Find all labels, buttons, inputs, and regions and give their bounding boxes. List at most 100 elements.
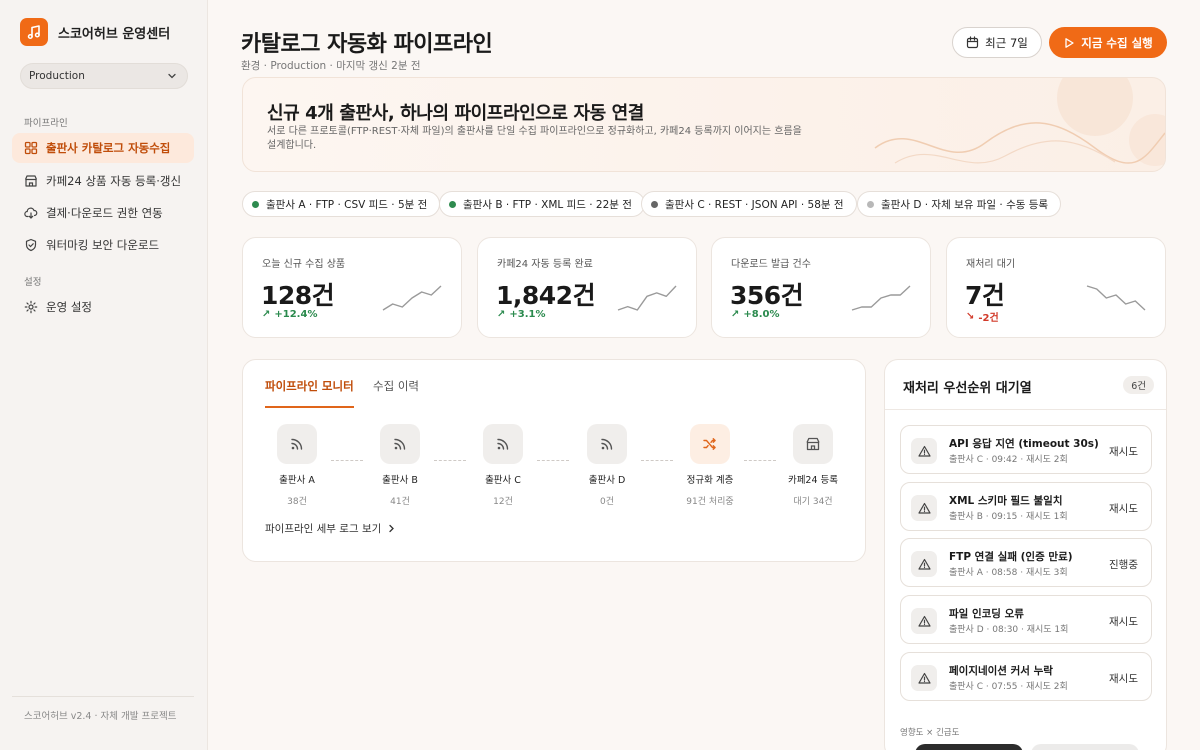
queue-item[interactable]: 페이지네이션 커서 누락 출판사 C · 07:55 · 재시도 2회 재시도 <box>900 652 1152 701</box>
arrow-up-right-icon: ↗ <box>262 309 271 320</box>
date-range-button[interactable]: 최근 7일 <box>952 27 1042 58</box>
sidebar-item-label: 출판사 카탈로그 자동수집 <box>46 141 171 155</box>
queue-item[interactable]: 파일 인코딩 오류 출판사 D · 08:30 · 재시도 1회 재시도 <box>900 595 1152 644</box>
pipeline-node-publisher-c[interactable]: 출판사 C 12건 <box>463 424 543 507</box>
sidebar-item-cafe24-products[interactable]: 카페24 상품 자동 등록·갱신 <box>12 166 194 196</box>
sidebar-item-catalog-collect[interactable]: 출판사 카탈로그 자동수집 <box>12 133 194 163</box>
page-title: 카탈로그 자동화 파이프라인 <box>241 32 493 57</box>
priority-matrix-label: 영향도 × 긴급도 <box>900 728 960 738</box>
sidebar-item-watermark[interactable]: 워터마킹 보안 다운로드 <box>12 230 194 260</box>
node-name: 출판사 B <box>382 475 418 486</box>
pipeline-log-link[interactable]: 파이프라인 세부 로그 보기 <box>265 521 396 536</box>
pipeline-connector <box>537 460 569 461</box>
source-chip-label: 출판사 D · 자체 보유 파일 · 수동 등록 <box>881 198 1049 211</box>
kpi-value: 1,842건 <box>496 281 596 310</box>
retry-button[interactable]: 재시도 <box>1109 671 1138 686</box>
pipeline-node-publisher-a[interactable]: 출판사 A 38건 <box>257 424 337 507</box>
status-dot <box>651 200 658 208</box>
tab-pipeline-monitor[interactable]: 파이프라인 모니터 <box>265 378 354 408</box>
arrow-up-right-icon: ↗ <box>731 309 740 320</box>
node-count: 41건 <box>390 497 410 507</box>
status-dot <box>867 200 874 208</box>
date-range-label: 최근 7일 <box>985 35 1028 50</box>
pipeline-node-publisher-b[interactable]: 출판사 B 41건 <box>360 424 440 507</box>
arrow-down-right-icon: ↘ <box>966 311 975 322</box>
hero-title: 신규 4개 출판사, 하나의 파이프라인으로 자동 연결 <box>267 103 644 124</box>
sidebar: 스코어허브 운영센터 Production 파이프라인 출판사 카탈로그 자동수… <box>0 0 208 750</box>
source-chip-publisher-c[interactable]: 출판사 C · REST · JSON API · 58분 전 <box>641 191 857 217</box>
retry-button[interactable]: 재시도 <box>1109 501 1138 516</box>
pipeline-node-normalization[interactable]: 정규화 계층 91건 처리중 <box>670 424 750 507</box>
brand-name: 스코어허브 운영센터 <box>58 26 171 42</box>
kpi-card-downloads-issued: 다운로드 발급 건수 356건 ↗ +8.0% <box>711 237 931 338</box>
node-count: 0건 <box>599 497 614 507</box>
hero-decoration <box>874 78 1165 166</box>
pipeline-connector <box>641 460 673 461</box>
pipeline-panel: 파이프라인 모니터 수집 이력 출판사 A 38건 출판사 B 41건 출판사 … <box>242 359 866 562</box>
source-chip-label: 출판사 C · REST · JSON API · 58분 전 <box>665 198 844 211</box>
node-name: 출판사 A <box>279 475 315 486</box>
run-collection-button[interactable]: 지금 수집 실행 <box>1049 27 1167 58</box>
pipeline-node-cafe24-register[interactable]: 카페24 등록 대기 34건 <box>773 424 853 507</box>
retry-button[interactable]: 재시도 <box>1109 614 1138 629</box>
retry-queue-count-badge: 6건 <box>1123 376 1154 394</box>
source-chip-publisher-b[interactable]: 출판사 B · FTP · XML 피드 · 22분 전 <box>439 191 645 217</box>
kpi-sparkline <box>382 285 442 311</box>
queue-item-title: 페이지네이션 커서 누락 <box>949 665 1053 677</box>
shield-check-icon <box>25 238 37 252</box>
kpi-sparkline <box>851 285 911 311</box>
queue-item[interactable]: FTP 연결 실패 (인증 만료) 출판사 A · 08:58 · 재시도 3회… <box>900 538 1152 587</box>
node-name: 정규화 계층 <box>686 475 734 486</box>
source-chip-publisher-a[interactable]: 출판사 A · FTP · CSV 피드 · 5분 전 <box>242 191 441 217</box>
kpi-delta-value: +8.0% <box>743 309 780 320</box>
hero-banner: 신규 4개 출판사, 하나의 파이프라인으로 자동 연결 서로 다른 프로토콜(… <box>242 77 1166 172</box>
brand[interactable]: 스코어허브 운영센터 <box>20 18 170 46</box>
queue-item[interactable]: XML 스키마 필드 불일치 출판사 B · 09:15 · 재시도 1회 재시… <box>900 482 1152 531</box>
calendar-icon <box>967 36 979 49</box>
kpi-delta-value: +12.4% <box>274 309 318 320</box>
source-chip-label: 출판사 A · FTP · CSV 피드 · 5분 전 <box>266 198 428 211</box>
environment-select[interactable]: Production <box>20 63 188 89</box>
queue-item-title: 파일 인코딩 오류 <box>949 608 1024 620</box>
section-label-pipeline: 파이프라인 <box>24 118 68 129</box>
filter-toggle-secondary[interactable] <box>1031 744 1139 750</box>
retry-button[interactable]: 재시도 <box>1109 444 1138 459</box>
sidebar-item-payment-download[interactable]: 결제·다운로드 권한 연동 <box>12 198 194 228</box>
warning-icon <box>911 495 937 521</box>
source-chip-label: 출판사 B · FTP · XML 피드 · 22분 전 <box>463 198 632 211</box>
shuffle-icon <box>690 424 730 464</box>
grid-icon <box>24 141 38 155</box>
queue-item[interactable]: API 응답 지연 (timeout 30s) 출판사 C · 09:42 · … <box>900 425 1152 474</box>
node-count: 대기 34건 <box>793 497 833 507</box>
environment-value: Production <box>29 70 85 82</box>
queue-item-meta: 출판사 C · 09:42 · 재시도 2회 <box>949 455 1068 465</box>
filter-toggle-primary[interactable] <box>915 744 1023 750</box>
pipeline-log-link-label: 파이프라인 세부 로그 보기 <box>265 523 382 535</box>
page-subtitle: 환경 · Production · 마지막 갱신 2분 전 <box>241 60 421 72</box>
rss-icon <box>277 424 317 464</box>
kpi-delta-value: +3.1% <box>509 309 546 320</box>
sidebar-footer: 스코어허브 v2.4 · 자체 개발 프로젝트 <box>12 696 194 722</box>
sparkline-path <box>617 285 677 311</box>
warning-icon <box>911 665 937 691</box>
sidebar-item-label: 운영 설정 <box>46 300 92 314</box>
kpi-delta: ↘ -2건 <box>966 309 999 324</box>
warning-icon <box>911 438 937 464</box>
kpi-label: 다운로드 발급 건수 <box>731 259 811 270</box>
queue-item-meta: 출판사 D · 08:30 · 재시도 1회 <box>949 625 1069 635</box>
run-collection-label: 지금 수집 실행 <box>1081 35 1153 50</box>
section-label-settings: 설정 <box>24 277 42 288</box>
kpi-card-retry-pending: 재처리 대기 7건 ↘ -2건 <box>946 237 1166 338</box>
pipeline-node-publisher-d[interactable]: 출판사 D 0건 <box>567 424 647 507</box>
queue-item-meta: 출판사 A · 08:58 · 재시도 3회 <box>949 568 1068 578</box>
cloud-download-icon <box>24 207 38 219</box>
pipeline-connector <box>434 460 466 461</box>
tab-collection-history[interactable]: 수집 이력 <box>373 378 419 406</box>
status-dot <box>252 200 259 208</box>
rss-icon <box>380 424 420 464</box>
source-chip-publisher-d[interactable]: 출판사 D · 자체 보유 파일 · 수동 등록 <box>857 191 1062 217</box>
sidebar-item-settings[interactable]: 운영 설정 <box>12 292 194 322</box>
kpi-label: 카페24 자동 등록 완료 <box>497 259 593 270</box>
node-name: 출판사 D <box>588 475 626 486</box>
play-icon <box>1065 37 1074 48</box>
